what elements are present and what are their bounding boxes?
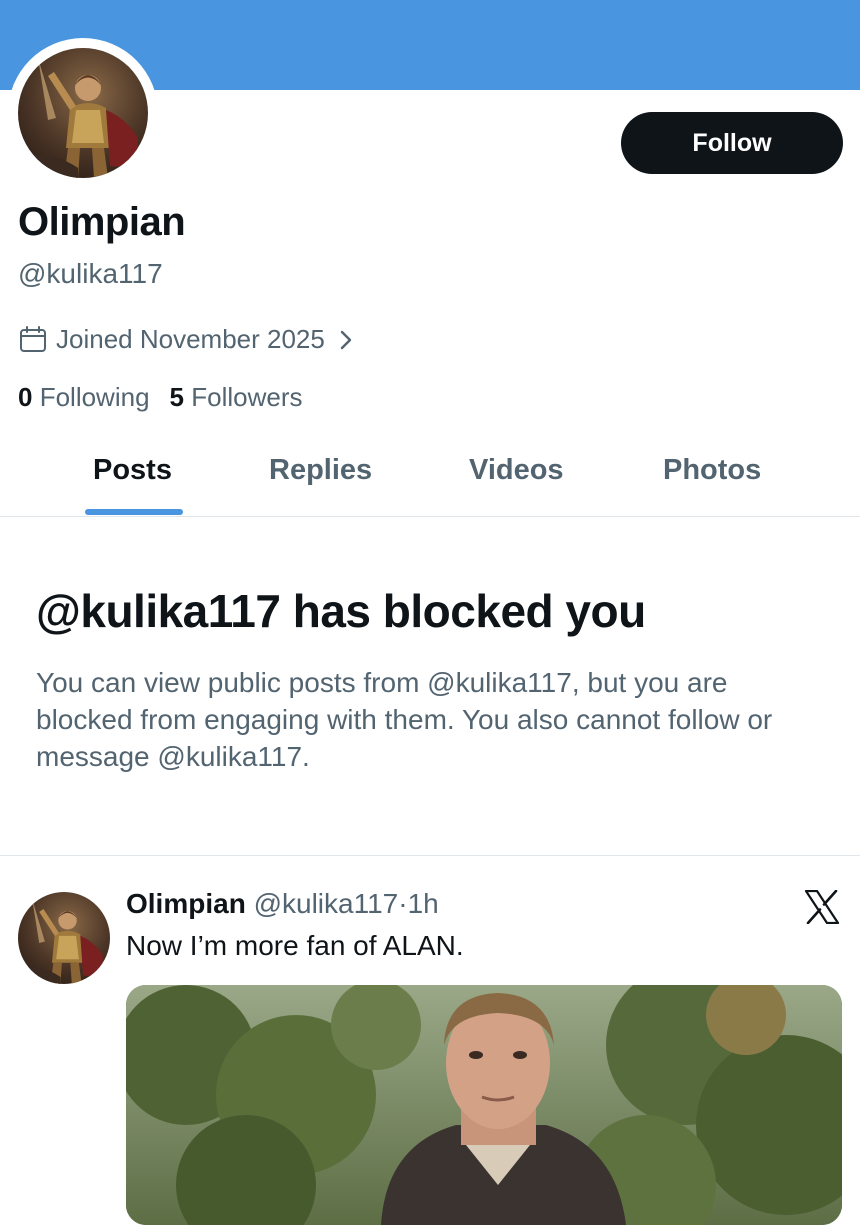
- follow-button[interactable]: Follow: [621, 112, 843, 174]
- followers-link[interactable]: 5 Followers: [170, 382, 303, 413]
- calendar-icon: [20, 325, 46, 352]
- post-author-avatar[interactable]: [18, 892, 110, 984]
- post-timestamp[interactable]: 1h: [408, 888, 439, 919]
- profile-display-name: Olimpian: [18, 200, 186, 244]
- x-logo-icon: [804, 890, 840, 924]
- post-author-name[interactable]: Olimpian: [126, 888, 246, 919]
- joined-date-text: Joined November 2025: [56, 324, 325, 354]
- following-label: Following: [39, 382, 150, 412]
- post-media-image[interactable]: [126, 985, 842, 1225]
- post-meta-separator: ·: [398, 888, 408, 919]
- chevron-right-icon: [340, 330, 352, 349]
- following-count: 0: [18, 382, 33, 412]
- following-link[interactable]: 0 Following: [18, 382, 150, 413]
- profile-tabs: Posts Replies Videos Photos: [0, 436, 860, 517]
- followers-label: Followers: [191, 382, 303, 412]
- section-divider: [0, 855, 860, 856]
- tab-photos[interactable]: Photos: [663, 454, 761, 487]
- profile-handle: @kulika117: [18, 258, 163, 289]
- followers-count: 5: [169, 382, 184, 412]
- profile-avatar-ring: [8, 38, 158, 188]
- post-text: Now I’m more fan of ALAN.: [126, 930, 464, 961]
- blocked-notice-title: @kulika117 has blocked you: [36, 585, 646, 637]
- blocked-notice-body: You can view public posts from @kulika11…: [36, 667, 773, 772]
- active-tab-indicator: [85, 509, 183, 515]
- tab-posts[interactable]: Posts: [93, 454, 172, 487]
- profile-avatar[interactable]: [18, 48, 148, 178]
- joined-date-row[interactable]: Joined November 2025: [18, 324, 357, 355]
- tab-replies[interactable]: Replies: [269, 454, 372, 487]
- tab-videos[interactable]: Videos: [469, 454, 564, 487]
- follow-stats: 0 Following 5 Followers: [18, 382, 302, 413]
- post-header: Olimpian @kulika117·1h: [126, 888, 439, 920]
- post-author-handle[interactable]: @kulika117: [254, 888, 399, 919]
